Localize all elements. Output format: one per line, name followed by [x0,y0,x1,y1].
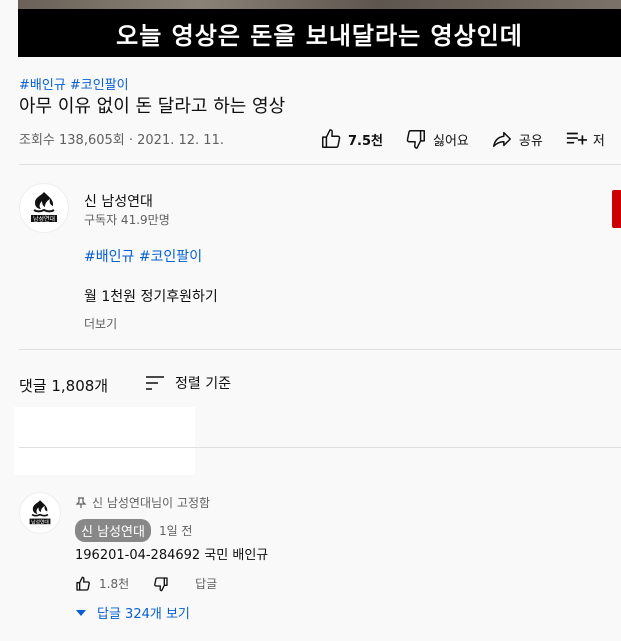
redacted-block [14,407,195,475]
dislike-label: 싫어요 [433,133,469,149]
thumbs-up-icon[interactable] [75,576,91,592]
video-frame-strip [18,0,621,9]
save-label: 저 [592,133,605,149]
divider [19,447,621,448]
sort-label: 정렬 기준 [175,376,231,392]
channel-logo-icon: 남성연대 [29,500,51,525]
sort-button[interactable]: 정렬 기준 [145,373,231,393]
video-actions: 7.5천 싫어요 공유 저 [320,128,621,150]
view-replies-label: 답글 324개 보기 [97,607,190,622]
divider [19,164,621,165]
caret-down-icon [76,609,86,616]
channel-logo-icon: 남성연대 [31,192,57,223]
comment-like-count: 1.8천 [99,577,130,591]
comment-text: 196201-04-284692 국민 배인규 [75,548,269,563]
thumbs-down-icon [406,130,425,149]
video-meta: 조회수 138,605회 · 2021. 12. 11. [19,133,224,148]
comment-header: 신 남성연대 1일 전 [75,519,192,542]
comments-count: 댓글 1,808개 [19,377,109,395]
video-player-bottom[interactable]: 오늘 영상은 돈을 보내달라는 영상인데 [18,0,621,57]
sort-icon [146,376,164,390]
comment-author[interactable]: 신 남성연대 [75,519,151,542]
subscriber-count: 구독자 41.9만명 [84,213,170,227]
comment-avatar[interactable]: 남성연대 [19,492,61,534]
comment-actions: 1.8천 답글 [75,575,217,592]
pinned-label: 신 남성연대님이 고정함 [75,494,210,511]
description-hashtags[interactable]: #배인규 #코인팔이 [84,246,202,266]
dislike-button[interactable]: 싫어요 [405,128,469,150]
share-button[interactable]: 공유 [491,128,543,150]
video-title: 아무 이유 없이 돈 달라고 하는 영상 [19,96,286,117]
comment-time[interactable]: 1일 전 [159,522,193,539]
reply-button[interactable]: 답글 [195,575,217,592]
share-icon [492,131,511,148]
share-label: 공유 [518,133,543,149]
divider [19,349,621,350]
pinned-text: 신 남성연대님이 고정함 [92,496,211,510]
view-replies-button[interactable]: 답글 324개 보기 [75,603,190,622]
like-count: 7.5천 [348,133,383,149]
playlist-add-icon [566,132,587,145]
video-subtitle: 오늘 영상은 돈을 보내달라는 영상인데 [116,22,523,50]
subscribe-button[interactable] [612,190,621,228]
thumbs-up-icon [322,129,341,148]
like-button[interactable]: 7.5천 [320,128,383,150]
video-hashtags[interactable]: #배인규 #코인팔이 [19,74,129,93]
description-text: 월 1천원 정기후원하기 [84,289,218,305]
pin-icon [75,496,87,508]
upload-date: 2021. 12. 11. [137,133,224,148]
show-more-button[interactable]: 더보기 [84,315,117,332]
channel-avatar[interactable]: 남성연대 [19,183,69,233]
save-button[interactable]: 저 [565,128,605,150]
logo-text: 남성연대 [33,215,55,223]
thumbs-down-icon[interactable] [153,576,169,592]
channel-name[interactable]: 신 남성연대 [84,191,153,211]
view-count: 조회수 138,605회 [19,133,125,148]
